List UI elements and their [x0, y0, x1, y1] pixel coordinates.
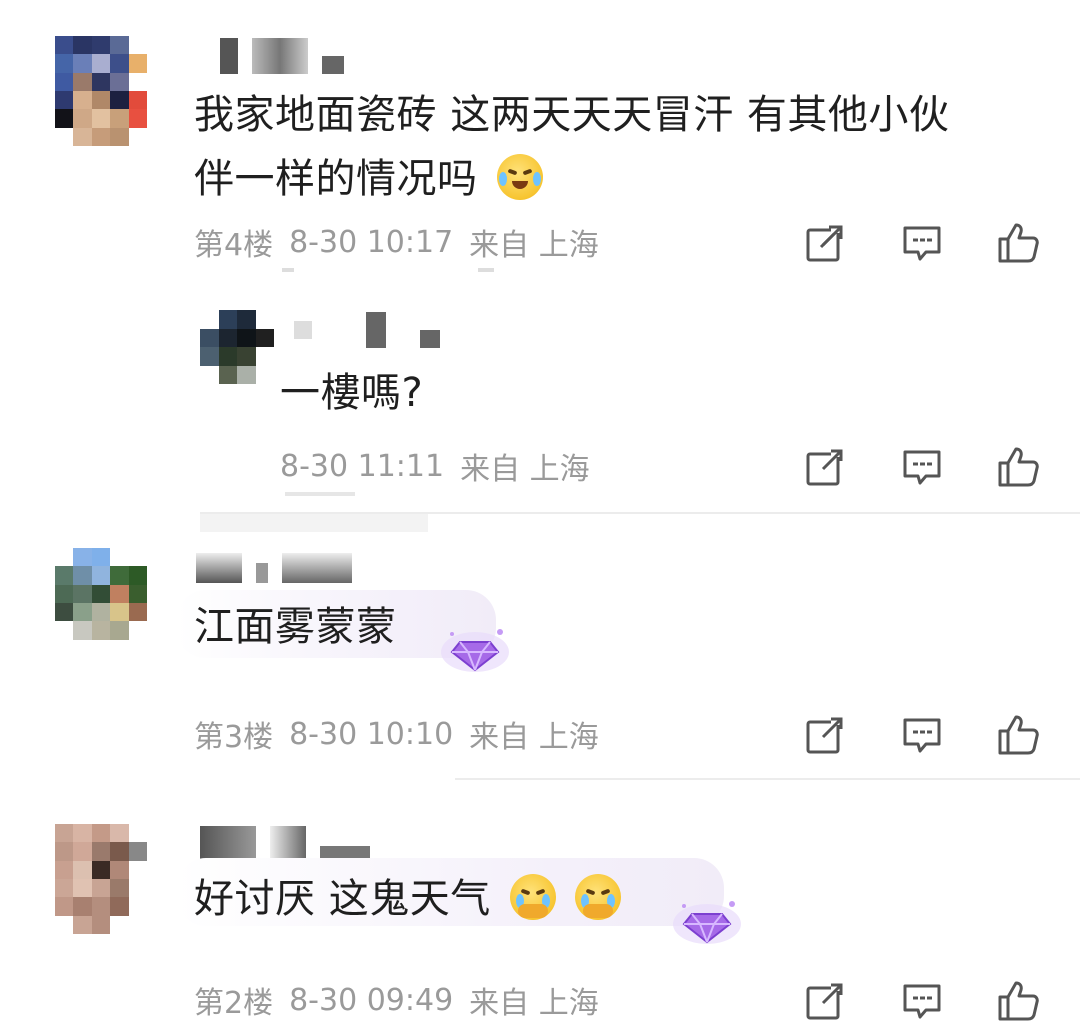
- share-icon[interactable]: [802, 444, 848, 490]
- timestamp: 8-30 10:17: [289, 224, 454, 260]
- timestamp: 8-30 10:10: [289, 716, 454, 752]
- share-icon[interactable]: [802, 712, 848, 758]
- floor-label: 第4楼: [194, 228, 274, 263]
- crying-hands-emoji-icon: [509, 874, 556, 920]
- location: 来自 上海: [469, 986, 599, 1021]
- reply-meta: 8-30 11:11 来自 上海: [280, 446, 590, 488]
- location: 来自 上海: [460, 452, 590, 487]
- comment-actions: [802, 978, 1042, 1024]
- comment-icon[interactable]: [899, 220, 945, 266]
- floor-label: 第3楼: [194, 720, 274, 755]
- comment-icon[interactable]: [899, 712, 945, 758]
- timestamp: 8-30 11:11: [280, 448, 445, 484]
- comment-meta: 第2楼 8-30 09:49 来自 上海: [194, 980, 599, 1022]
- comment-text-line: 好讨厌 这鬼天气: [194, 876, 491, 922]
- comment-text: 我家地面瓷砖 这两天天天冒汗 有其他小伙: [194, 80, 949, 150]
- location: 来自 上海: [469, 228, 599, 263]
- username-blurred[interactable]: [294, 310, 440, 350]
- comment-text: 好讨厌 这鬼天气: [194, 864, 622, 934]
- diamond-badge-icon: [673, 901, 741, 944]
- comment-meta: 第3楼 8-30 10:10 来自 上海: [194, 714, 599, 756]
- avatar[interactable]: [55, 36, 147, 146]
- username-blurred[interactable]: [220, 36, 344, 76]
- comment-text-line: 我家地面瓷砖 这两天天天冒汗 有其他小伙: [194, 92, 950, 138]
- avatar[interactable]: [55, 824, 147, 934]
- location: 来自 上海: [469, 720, 599, 755]
- crying-hands-emoji-icon: [575, 874, 622, 920]
- avatar[interactable]: [200, 310, 274, 384]
- laugh-cry-emoji-icon: [496, 154, 543, 200]
- share-icon[interactable]: [802, 220, 848, 266]
- comment-icon[interactable]: [899, 978, 945, 1024]
- share-icon[interactable]: [802, 978, 848, 1024]
- diamond-badge-icon: [441, 629, 509, 672]
- comment-text: 江面雾蒙蒙: [194, 592, 397, 662]
- like-icon[interactable]: [996, 712, 1042, 758]
- comment-icon[interactable]: [899, 444, 945, 490]
- timestamp: 8-30 09:49: [289, 982, 454, 1018]
- like-icon[interactable]: [996, 444, 1042, 490]
- comment-actions: [802, 220, 1042, 266]
- comment-text: 伴一样的情况吗: [194, 144, 543, 214]
- comment-text-line: 江面雾蒙蒙: [194, 604, 397, 650]
- like-icon[interactable]: [996, 978, 1042, 1024]
- like-icon[interactable]: [996, 220, 1042, 266]
- comment-meta: 第4楼 8-30 10:17 来自 上海: [194, 222, 599, 264]
- reply-text-line: 一樓嗎?: [280, 370, 424, 416]
- comment-actions: [802, 712, 1042, 758]
- reply-actions: [802, 444, 1042, 490]
- reply-text: 一樓嗎?: [280, 358, 423, 428]
- avatar[interactable]: [55, 548, 147, 658]
- username-blurred[interactable]: [196, 548, 352, 588]
- comment-text-line: 伴一样的情况吗: [194, 156, 478, 202]
- floor-label: 第2楼: [194, 986, 274, 1021]
- divider: [455, 778, 1080, 780]
